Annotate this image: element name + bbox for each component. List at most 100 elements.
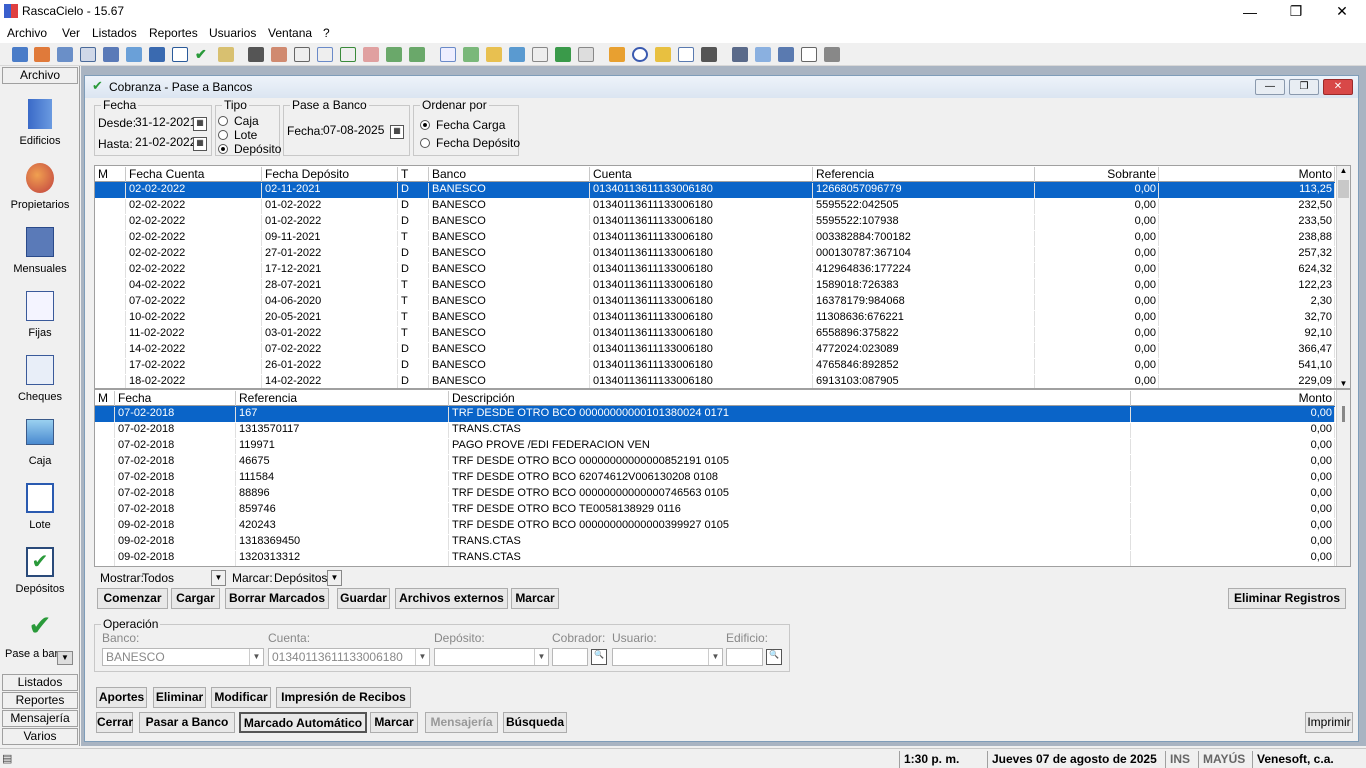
deposits-header-1[interactable]: Fecha Cuenta [126, 167, 262, 182]
chevron-down-icon[interactable]: ▼ [327, 570, 342, 586]
page-delete-icon[interactable] [363, 47, 379, 62]
search-icon[interactable]: 🔍 [591, 649, 607, 665]
sidebar-header-mensajeria[interactable]: Mensajería [2, 710, 78, 727]
usuario-select[interactable]: ▼ [612, 648, 723, 666]
imprimir-button[interactable]: Imprimir [1305, 712, 1353, 733]
calculator-grid-icon[interactable] [532, 47, 548, 62]
table-row[interactable]: 07-02-2022 04-06-2020 T BANESCO 013401136111… [95, 294, 1335, 310]
menu-ventana[interactable]: Ventana [268, 26, 312, 40]
phone-icon[interactable] [755, 47, 771, 62]
sidebar-header-reportes[interactable]: Reportes [2, 692, 78, 709]
search-icon[interactable]: 🔍 [766, 649, 782, 665]
table-row[interactable]: 09-02-2018 420243 TRF DESDE OTRO BCO 00000… [95, 518, 1335, 534]
table-row[interactable]: 02-02-2022 17-12-2021 D BANESCO 013401136111… [95, 262, 1335, 278]
books-icon[interactable] [732, 47, 748, 62]
close-icon[interactable]: ✕ [1319, 0, 1365, 23]
impresion-recibos-button[interactable]: Impresión de Recibos [276, 687, 411, 708]
chevron-down-icon[interactable]: ▼ [211, 570, 226, 586]
deposits-header-5[interactable]: Cuenta [590, 167, 813, 182]
sidebar-item-lote[interactable]: Lote [0, 483, 80, 547]
marcar-select[interactable]: Depósitos [274, 571, 327, 585]
deposits-header-4[interactable]: Banco [429, 167, 590, 182]
menu-listados[interactable]: Listados [92, 26, 137, 40]
sidebar-item-propietarios[interactable]: Propietarios [0, 163, 80, 227]
table-row[interactable]: 07-02-2018 46675 TRF DESDE OTRO BCO 000000… [95, 454, 1335, 470]
deposit-icon[interactable] [172, 47, 188, 62]
transactions-grid[interactable]: M Fecha Referencia Descripción Monto 07-02-2… [94, 389, 1351, 567]
cobrador-field[interactable] [552, 648, 588, 666]
deposits-header-0[interactable]: M [95, 167, 126, 182]
table-row[interactable]: 09-02-2018 1318369450 TRANS.CTAS 0,00 [95, 534, 1335, 550]
busqueda-button[interactable]: Búsqueda [503, 712, 567, 733]
sidebar-header-archivo[interactable]: Archivo [2, 67, 78, 84]
marcado-automatico-button[interactable]: Marcado Automático [239, 712, 367, 733]
table-row[interactable]: 02-02-2022 09-11-2021 T BANESCO 013401136111… [95, 230, 1335, 246]
table-row[interactable]: 02-02-2022 27-01-2022 D BANESCO 013401136111… [95, 246, 1335, 262]
deposits-grid-scrollbar[interactable]: ▲ ▼ [1336, 166, 1350, 388]
marcar-button-2[interactable]: Marcar [370, 712, 418, 733]
buildings-icon[interactable] [12, 47, 28, 62]
transactions-header-0[interactable]: M [95, 391, 115, 406]
table-row[interactable]: 04-02-2022 28-07-2021 T BANESCO 013401136111… [95, 278, 1335, 294]
window-close-icon[interactable]: ✕ [1323, 79, 1353, 95]
sidebar-scroll-down-icon[interactable]: ▼ [57, 651, 73, 665]
page-edit-icon[interactable] [340, 47, 356, 62]
check-book-icon[interactable] [103, 47, 119, 62]
table-row[interactable]: 09-02-2018 1320313312 TRANS.CTAS 0,00 [95, 550, 1335, 566]
transactions-header-2[interactable]: Referencia [236, 391, 449, 406]
tipo-lote-radio[interactable] [218, 130, 228, 140]
note-icon[interactable] [801, 47, 817, 62]
tipo-caja-radio[interactable] [218, 116, 228, 126]
sidebar-item-pase-a-banco[interactable]: ✔ Pase a bar [0, 611, 80, 675]
cerrar-button[interactable]: Cerrar [96, 712, 133, 733]
owners-icon[interactable] [34, 47, 50, 62]
cargar-button[interactable]: Cargar [171, 588, 220, 609]
modificar-button[interactable]: Modificar [211, 687, 271, 708]
mostrar-select[interactable]: Todos [142, 571, 174, 585]
window-restore-icon[interactable]: ❐ [1289, 79, 1319, 95]
transactions-header-4[interactable]: Monto [1131, 391, 1335, 406]
deposits-grid[interactable]: M Fecha Cuenta Fecha Depósito T Banco Cuenta R… [94, 165, 1351, 389]
table-icon[interactable] [509, 47, 525, 62]
sidebar-header-listados[interactable]: Listados [2, 674, 78, 691]
calendar-icon[interactable]: ▦ [193, 137, 207, 151]
transactions-grid-scrollbar[interactable] [1336, 390, 1350, 566]
sidebar-header-varios[interactable]: Varios [2, 728, 78, 745]
clock-icon[interactable] [632, 47, 648, 62]
page-icon[interactable] [294, 47, 310, 62]
document-icon[interactable] [80, 47, 96, 62]
deposits-header-3[interactable]: T [398, 167, 429, 182]
picture-icon[interactable] [218, 47, 234, 62]
orden-carga-radio[interactable] [420, 120, 430, 130]
table-row[interactable]: 02-02-2022 02-11-2021 D BANESCO 013401136111… [95, 182, 1335, 198]
calendar-icon[interactable]: ▦ [193, 117, 207, 131]
guardar-button[interactable]: Guardar [337, 588, 390, 609]
eliminar-registros-button[interactable]: Eliminar Registros [1228, 588, 1346, 609]
sidebar-item-fijas[interactable]: Fijas [0, 291, 80, 355]
table-row[interactable]: 14-02-2022 07-02-2022 D BANESCO 013401136111… [95, 342, 1335, 358]
receipt-icon[interactable] [578, 47, 594, 62]
deposits-header-7[interactable]: Sobrante [1035, 167, 1159, 182]
sidebar-item-caja[interactable]: Caja [0, 419, 80, 483]
deposits-header-6[interactable]: Referencia [813, 167, 1035, 182]
monitor-icon[interactable] [126, 47, 142, 62]
table-row[interactable]: 07-02-2018 859746 TRF DESDE OTRO BCO TE005… [95, 502, 1335, 518]
menu-ver[interactable]: Ver [62, 26, 80, 40]
calendar-icon[interactable]: ▦ [390, 125, 404, 139]
table-row[interactable]: 02-02-2022 01-02-2022 D BANESCO 013401136111… [95, 198, 1335, 214]
money-icon[interactable] [555, 47, 571, 62]
menu-help[interactable]: ? [323, 26, 330, 40]
menu-archivo[interactable]: Archivo [7, 26, 47, 40]
deposits-header-2[interactable]: Fecha Depósito [262, 167, 398, 182]
maximize-icon[interactable]: ❐ [1273, 0, 1319, 23]
scroll-thumb[interactable] [1338, 180, 1349, 198]
desde-field[interactable]: 31-12-2021 [135, 115, 196, 129]
mail-icon[interactable] [678, 47, 694, 62]
folder-open-icon[interactable] [655, 47, 671, 62]
transactions-header-3[interactable]: Descripción [449, 391, 1131, 406]
scroll-down-icon[interactable]: ▼ [1337, 379, 1350, 388]
marcar-button[interactable]: Marcar [511, 588, 559, 609]
blank-page-icon[interactable] [440, 47, 456, 62]
banco-select[interactable]: BANESCO ▼ [102, 648, 264, 666]
tipo-deposito-radio[interactable] [218, 144, 228, 154]
